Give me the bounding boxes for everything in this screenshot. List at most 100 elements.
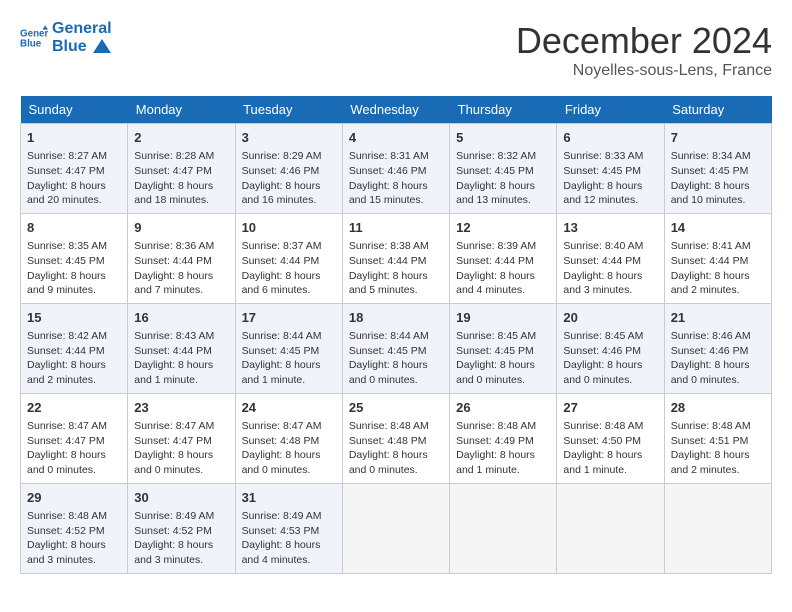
day-info: Sunrise: 8:34 AM Sunset: 4:45 PM Dayligh… — [671, 149, 765, 208]
day-number: 5 — [456, 129, 550, 147]
day-info: Sunrise: 8:44 AM Sunset: 4:45 PM Dayligh… — [242, 329, 336, 388]
day-number: 2 — [134, 129, 228, 147]
day-info: Sunrise: 8:47 AM Sunset: 4:47 PM Dayligh… — [27, 419, 121, 478]
day-cell: 17 Sunrise: 8:44 AM Sunset: 4:45 PM Dayl… — [235, 303, 342, 393]
day-cell: 25 Sunrise: 8:48 AM Sunset: 4:48 PM Dayl… — [342, 393, 449, 483]
col-header-monday: Monday — [128, 96, 235, 124]
day-cell: 15 Sunrise: 8:42 AM Sunset: 4:44 PM Dayl… — [21, 303, 128, 393]
logo-blue: Blue — [52, 38, 112, 56]
day-info: Sunrise: 8:47 AM Sunset: 4:48 PM Dayligh… — [242, 419, 336, 478]
day-cell — [450, 483, 557, 573]
day-number: 12 — [456, 219, 550, 237]
day-cell: 10 Sunrise: 8:37 AM Sunset: 4:44 PM Dayl… — [235, 213, 342, 303]
day-cell: 8 Sunrise: 8:35 AM Sunset: 4:45 PM Dayli… — [21, 213, 128, 303]
day-info: Sunrise: 8:43 AM Sunset: 4:44 PM Dayligh… — [134, 329, 228, 388]
day-number: 23 — [134, 399, 228, 417]
day-number: 1 — [27, 129, 121, 147]
day-number: 17 — [242, 309, 336, 327]
day-info: Sunrise: 8:49 AM Sunset: 4:52 PM Dayligh… — [134, 509, 228, 568]
day-number: 14 — [671, 219, 765, 237]
title-block: December 2024 Noyelles-sous-Lens, France — [516, 20, 772, 80]
day-info: Sunrise: 8:44 AM Sunset: 4:45 PM Dayligh… — [349, 329, 443, 388]
day-info: Sunrise: 8:47 AM Sunset: 4:47 PM Dayligh… — [134, 419, 228, 478]
col-header-sunday: Sunday — [21, 96, 128, 124]
day-cell: 31 Sunrise: 8:49 AM Sunset: 4:53 PM Dayl… — [235, 483, 342, 573]
week-row-2: 8 Sunrise: 8:35 AM Sunset: 4:45 PM Dayli… — [21, 213, 772, 303]
day-number: 8 — [27, 219, 121, 237]
day-cell: 26 Sunrise: 8:48 AM Sunset: 4:49 PM Dayl… — [450, 393, 557, 483]
day-info: Sunrise: 8:41 AM Sunset: 4:44 PM Dayligh… — [671, 239, 765, 298]
day-info: Sunrise: 8:32 AM Sunset: 4:45 PM Dayligh… — [456, 149, 550, 208]
day-info: Sunrise: 8:48 AM Sunset: 4:51 PM Dayligh… — [671, 419, 765, 478]
day-number: 6 — [563, 129, 657, 147]
day-info: Sunrise: 8:27 AM Sunset: 4:47 PM Dayligh… — [27, 149, 121, 208]
col-header-tuesday: Tuesday — [235, 96, 342, 124]
day-info: Sunrise: 8:29 AM Sunset: 4:46 PM Dayligh… — [242, 149, 336, 208]
day-cell: 21 Sunrise: 8:46 AM Sunset: 4:46 PM Dayl… — [664, 303, 771, 393]
day-cell: 4 Sunrise: 8:31 AM Sunset: 4:46 PM Dayli… — [342, 124, 449, 214]
day-info: Sunrise: 8:49 AM Sunset: 4:53 PM Dayligh… — [242, 509, 336, 568]
day-info: Sunrise: 8:45 AM Sunset: 4:46 PM Dayligh… — [563, 329, 657, 388]
day-cell: 27 Sunrise: 8:48 AM Sunset: 4:50 PM Dayl… — [557, 393, 664, 483]
day-cell: 20 Sunrise: 8:45 AM Sunset: 4:46 PM Dayl… — [557, 303, 664, 393]
day-info: Sunrise: 8:35 AM Sunset: 4:45 PM Dayligh… — [27, 239, 121, 298]
day-number: 29 — [27, 489, 121, 507]
day-info: Sunrise: 8:31 AM Sunset: 4:46 PM Dayligh… — [349, 149, 443, 208]
day-number: 27 — [563, 399, 657, 417]
day-cell: 28 Sunrise: 8:48 AM Sunset: 4:51 PM Dayl… — [664, 393, 771, 483]
logo-icon: General Blue — [20, 24, 48, 52]
day-number: 11 — [349, 219, 443, 237]
logo-general: General — [52, 20, 112, 38]
header-row: SundayMondayTuesdayWednesdayThursdayFrid… — [21, 96, 772, 124]
day-cell — [557, 483, 664, 573]
day-info: Sunrise: 8:37 AM Sunset: 4:44 PM Dayligh… — [242, 239, 336, 298]
day-info: Sunrise: 8:42 AM Sunset: 4:44 PM Dayligh… — [27, 329, 121, 388]
day-number: 19 — [456, 309, 550, 327]
location: Noyelles-sous-Lens, France — [516, 62, 772, 80]
day-cell: 22 Sunrise: 8:47 AM Sunset: 4:47 PM Dayl… — [21, 393, 128, 483]
day-number: 22 — [27, 399, 121, 417]
day-cell — [342, 483, 449, 573]
week-row-3: 15 Sunrise: 8:42 AM Sunset: 4:44 PM Dayl… — [21, 303, 772, 393]
week-row-5: 29 Sunrise: 8:48 AM Sunset: 4:52 PM Dayl… — [21, 483, 772, 573]
day-info: Sunrise: 8:45 AM Sunset: 4:45 PM Dayligh… — [456, 329, 550, 388]
day-info: Sunrise: 8:28 AM Sunset: 4:47 PM Dayligh… — [134, 149, 228, 208]
day-info: Sunrise: 8:36 AM Sunset: 4:44 PM Dayligh… — [134, 239, 228, 298]
week-row-1: 1 Sunrise: 8:27 AM Sunset: 4:47 PM Dayli… — [21, 124, 772, 214]
day-number: 10 — [242, 219, 336, 237]
day-info: Sunrise: 8:38 AM Sunset: 4:44 PM Dayligh… — [349, 239, 443, 298]
day-cell: 29 Sunrise: 8:48 AM Sunset: 4:52 PM Dayl… — [21, 483, 128, 573]
day-info: Sunrise: 8:48 AM Sunset: 4:50 PM Dayligh… — [563, 419, 657, 478]
day-number: 13 — [563, 219, 657, 237]
day-number: 24 — [242, 399, 336, 417]
day-cell: 3 Sunrise: 8:29 AM Sunset: 4:46 PM Dayli… — [235, 124, 342, 214]
day-cell: 14 Sunrise: 8:41 AM Sunset: 4:44 PM Dayl… — [664, 213, 771, 303]
day-cell: 1 Sunrise: 8:27 AM Sunset: 4:47 PM Dayli… — [21, 124, 128, 214]
day-number: 28 — [671, 399, 765, 417]
day-number: 4 — [349, 129, 443, 147]
day-number: 9 — [134, 219, 228, 237]
day-info: Sunrise: 8:48 AM Sunset: 4:48 PM Dayligh… — [349, 419, 443, 478]
day-cell: 13 Sunrise: 8:40 AM Sunset: 4:44 PM Dayl… — [557, 213, 664, 303]
day-cell: 30 Sunrise: 8:49 AM Sunset: 4:52 PM Dayl… — [128, 483, 235, 573]
day-cell — [664, 483, 771, 573]
day-number: 26 — [456, 399, 550, 417]
day-cell: 12 Sunrise: 8:39 AM Sunset: 4:44 PM Dayl… — [450, 213, 557, 303]
svg-text:Blue: Blue — [20, 38, 42, 49]
day-number: 16 — [134, 309, 228, 327]
week-row-4: 22 Sunrise: 8:47 AM Sunset: 4:47 PM Dayl… — [21, 393, 772, 483]
day-info: Sunrise: 8:48 AM Sunset: 4:49 PM Dayligh… — [456, 419, 550, 478]
day-number: 15 — [27, 309, 121, 327]
day-number: 3 — [242, 129, 336, 147]
day-number: 18 — [349, 309, 443, 327]
day-cell: 9 Sunrise: 8:36 AM Sunset: 4:44 PM Dayli… — [128, 213, 235, 303]
day-cell: 24 Sunrise: 8:47 AM Sunset: 4:48 PM Dayl… — [235, 393, 342, 483]
day-number: 7 — [671, 129, 765, 147]
day-number: 21 — [671, 309, 765, 327]
day-cell: 5 Sunrise: 8:32 AM Sunset: 4:45 PM Dayli… — [450, 124, 557, 214]
page-header: General Blue General Blue December 2024 … — [20, 20, 772, 80]
day-cell: 6 Sunrise: 8:33 AM Sunset: 4:45 PM Dayli… — [557, 124, 664, 214]
day-number: 25 — [349, 399, 443, 417]
day-cell: 11 Sunrise: 8:38 AM Sunset: 4:44 PM Dayl… — [342, 213, 449, 303]
day-info: Sunrise: 8:46 AM Sunset: 4:46 PM Dayligh… — [671, 329, 765, 388]
